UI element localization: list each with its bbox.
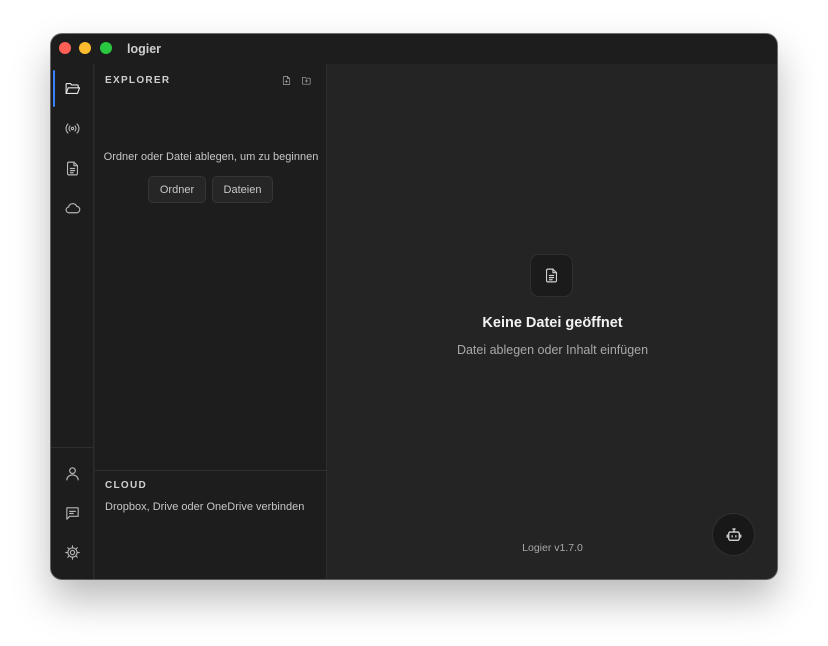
document-icon: [66, 161, 79, 175]
version-label: Logier v1.7.0: [522, 542, 583, 554]
new-file-button[interactable]: [279, 73, 293, 87]
activity-explorer-button[interactable]: [51, 70, 94, 106]
cloud-divider: [95, 470, 327, 471]
user-icon: [66, 466, 79, 480]
assistant-button[interactable]: [712, 513, 755, 556]
activity-settings-button[interactable]: [51, 534, 94, 570]
empty-state-subtitle: Datei ablegen oder Inhalt einfügen: [456, 343, 649, 357]
open-files-button[interactable]: Dateien: [212, 176, 273, 203]
message-icon: [66, 506, 79, 520]
activity-document-button[interactable]: [51, 150, 94, 186]
folder-open-icon: [65, 82, 81, 94]
zoom-window-button[interactable]: [100, 42, 112, 54]
minimize-window-button[interactable]: [79, 42, 91, 54]
explorer-title: EXPLORER: [105, 75, 171, 86]
robot-icon: [726, 527, 741, 541]
new-folder-button[interactable]: [299, 73, 313, 87]
broadcast-icon: [65, 122, 80, 134]
activity-cloud-button[interactable]: [51, 190, 94, 226]
activity-bar: [51, 64, 94, 579]
app-window: logier EXPLORER Ordner oder Datei ablege…: [51, 34, 777, 579]
explorer-sidebar: EXPLORER Ordner oder Datei ablegen, um z…: [95, 64, 327, 579]
new-file-icon: [282, 75, 290, 85]
activity-feedback-button[interactable]: [51, 495, 94, 531]
open-folder-button[interactable]: Ordner: [148, 176, 206, 203]
title-bar: logier: [51, 34, 777, 64]
drop-hint: Ordner oder Datei ablegen, um zu beginne…: [103, 151, 319, 163]
main-editor-area: Keine Datei geöffnet Datei ablegen oder …: [328, 64, 777, 579]
cloud-hint[interactable]: Dropbox, Drive oder OneDrive verbinden: [105, 501, 304, 513]
cloud-title: CLOUD: [105, 480, 148, 491]
cloud-icon: [65, 202, 81, 213]
empty-state-badge: [530, 254, 573, 297]
activity-divider: [51, 447, 94, 448]
new-folder-icon: [301, 76, 311, 85]
window-title: logier: [127, 42, 162, 56]
document-icon: [545, 268, 558, 283]
gear-icon: [65, 544, 80, 560]
activity-account-button[interactable]: [51, 455, 94, 491]
empty-state-title: Keine Datei geöffnet: [482, 315, 623, 331]
close-window-button[interactable]: [59, 42, 71, 54]
activity-broadcast-button[interactable]: [51, 110, 94, 146]
